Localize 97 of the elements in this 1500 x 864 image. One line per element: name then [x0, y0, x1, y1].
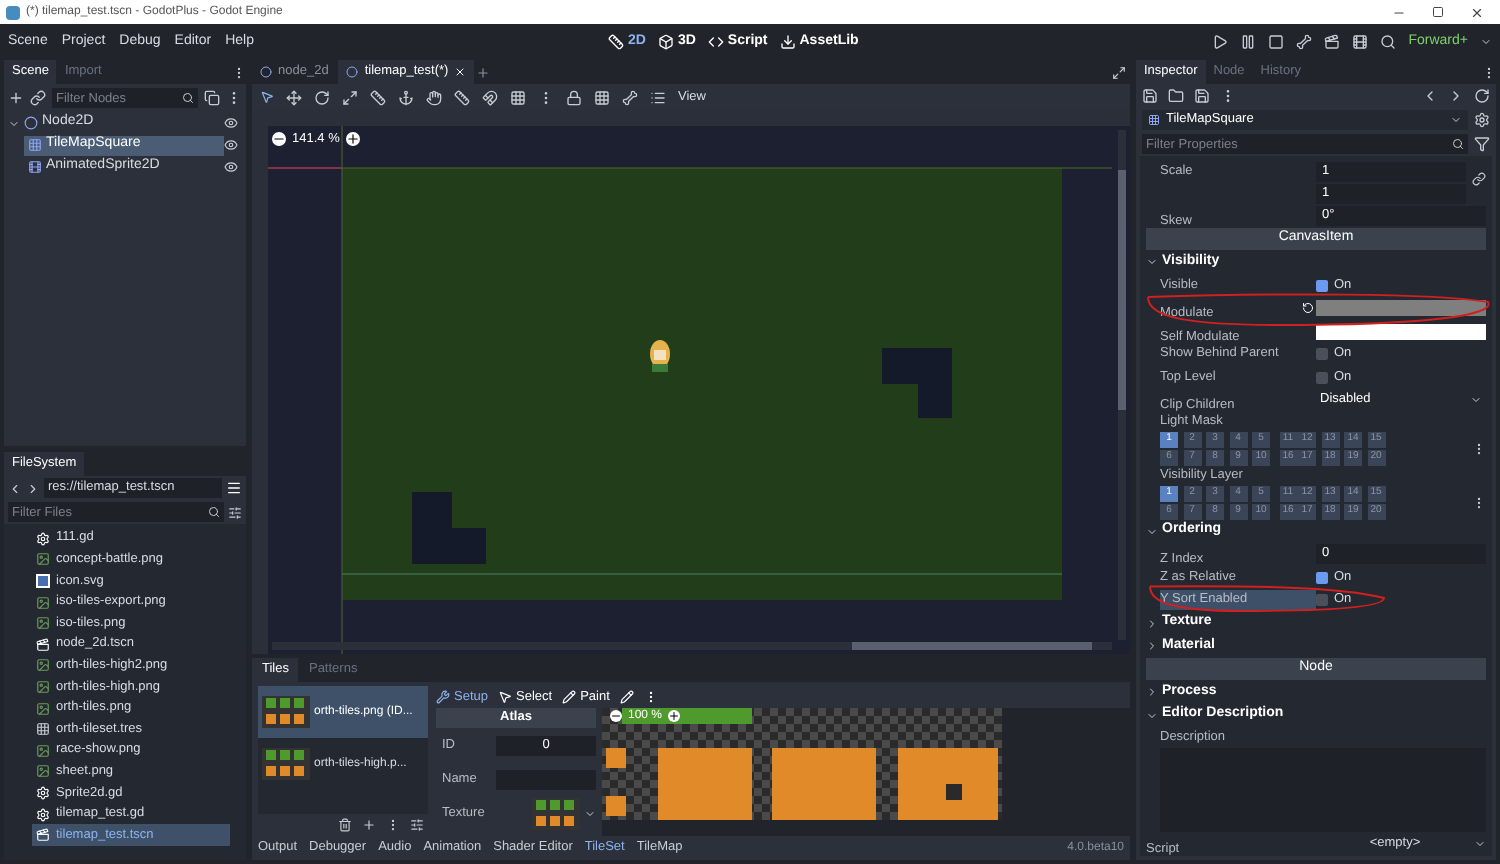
checkbox[interactable]: [1316, 571, 1328, 583]
chevron-icon: [1473, 838, 1486, 850]
ruler-icon[interactable]: [370, 89, 386, 105]
wrench-icon: [436, 690, 450, 704]
more-icon[interactable]: [232, 65, 246, 79]
ruler-icon[interactable]: [454, 89, 470, 105]
grid-icon: [36, 722, 50, 737]
tileset-thumbnail: [262, 696, 310, 728]
search-icon[interactable]: [1380, 34, 1397, 50]
pause-icon[interactable]: [1240, 34, 1257, 50]
save-icon[interactable]: [1194, 88, 1210, 104]
circle-icon: [260, 66, 272, 78]
hand-icon[interactable]: [426, 89, 442, 105]
checkbox[interactable]: [1316, 371, 1328, 383]
forward-icon[interactable]: [1448, 88, 1464, 104]
image-icon: [36, 701, 50, 716]
circle-icon: [24, 116, 38, 130]
app-logo-icon: [6, 5, 20, 19]
chevron-icon[interactable]: [8, 117, 20, 129]
add-icon[interactable]: [476, 65, 491, 79]
more-icon[interactable]: [386, 818, 400, 832]
move-icon[interactable]: [286, 89, 302, 105]
grid-icon: [28, 138, 42, 152]
pointer-icon[interactable]: [260, 90, 274, 104]
image-icon: [36, 658, 50, 673]
add-icon[interactable]: [362, 818, 376, 832]
folder-icon[interactable]: [1168, 88, 1184, 104]
filter-icon[interactable]: [1474, 136, 1490, 152]
lock-icon[interactable]: [566, 89, 582, 105]
cube-icon: [657, 34, 674, 50]
chevron-icon: [1480, 36, 1492, 48]
forward-icon[interactable]: [26, 481, 40, 495]
clapperboard-icon: [36, 637, 50, 652]
add-icon[interactable]: [8, 90, 24, 106]
sort-icon[interactable]: [410, 818, 424, 832]
film-icon[interactable]: [1352, 34, 1369, 50]
list-icon[interactable]: [650, 89, 666, 105]
image-icon: [36, 679, 50, 694]
more-icon[interactable]: [1472, 441, 1486, 456]
image-icon: [36, 552, 50, 567]
trash-icon[interactable]: [338, 818, 352, 832]
checkbox[interactable]: [1316, 594, 1328, 606]
image-icon: [36, 764, 50, 779]
menu-icon[interactable]: [226, 480, 242, 496]
clapperboard-icon[interactable]: [1324, 34, 1341, 50]
grid-icon[interactable]: [510, 89, 526, 105]
grid-icon: [1148, 114, 1160, 126]
settings-icon[interactable]: [1474, 112, 1490, 128]
image-icon: [36, 743, 50, 758]
anchor-icon[interactable]: [398, 89, 414, 105]
clapperboard-icon: [36, 828, 50, 843]
back-icon[interactable]: [1422, 88, 1438, 104]
close-icon[interactable]: [1470, 5, 1484, 19]
image-icon: [36, 595, 50, 610]
sort-icon[interactable]: [228, 505, 242, 519]
search-icon: [208, 506, 220, 518]
pointer-icon: [498, 690, 512, 704]
eye-icon[interactable]: [224, 116, 238, 130]
tileset-thumbnail: [262, 748, 310, 780]
more-icon[interactable]: [1482, 65, 1496, 79]
chevron-icon: [1450, 114, 1462, 126]
back-icon[interactable]: [8, 481, 22, 495]
link-icon[interactable]: [30, 90, 46, 106]
pencil-icon: [562, 690, 577, 704]
ruler-icon: [608, 34, 624, 50]
magnet-icon[interactable]: [482, 89, 498, 105]
search-icon: [1452, 138, 1464, 150]
tileset-thumbnail: [532, 797, 580, 829]
eye-icon[interactable]: [224, 138, 238, 152]
link-icon[interactable]: [1472, 172, 1486, 186]
more-icon[interactable]: [1472, 495, 1486, 510]
play-icon[interactable]: [1212, 34, 1229, 50]
checkbox[interactable]: [1316, 348, 1328, 360]
eye-icon[interactable]: [224, 160, 238, 174]
maximize-icon[interactable]: [1432, 6, 1444, 18]
color-swatch[interactable]: [1316, 300, 1486, 316]
bone-icon[interactable]: [1296, 34, 1313, 50]
chevron-icon: [1470, 394, 1482, 406]
chevron-icon: [584, 807, 596, 819]
expand-icon[interactable]: [1112, 65, 1126, 79]
image-icon: [36, 573, 50, 588]
circle-icon: [346, 66, 359, 78]
checkbox[interactable]: [1316, 279, 1328, 291]
gear-icon: [36, 807, 50, 822]
rotate-icon[interactable]: [314, 89, 330, 105]
search-icon: [182, 92, 194, 104]
gear-icon: [36, 531, 50, 546]
gear-icon: [36, 785, 50, 800]
stop-icon[interactable]: [1268, 34, 1285, 50]
scale-icon[interactable]: [342, 89, 358, 105]
bone-icon[interactable]: [622, 89, 638, 105]
image-icon: [36, 616, 50, 631]
revert-icon[interactable]: [1302, 302, 1314, 314]
save-icon[interactable]: [1142, 88, 1158, 104]
film-icon: [28, 160, 42, 174]
color-swatch[interactable]: [1316, 323, 1486, 339]
download-icon: [779, 34, 796, 50]
